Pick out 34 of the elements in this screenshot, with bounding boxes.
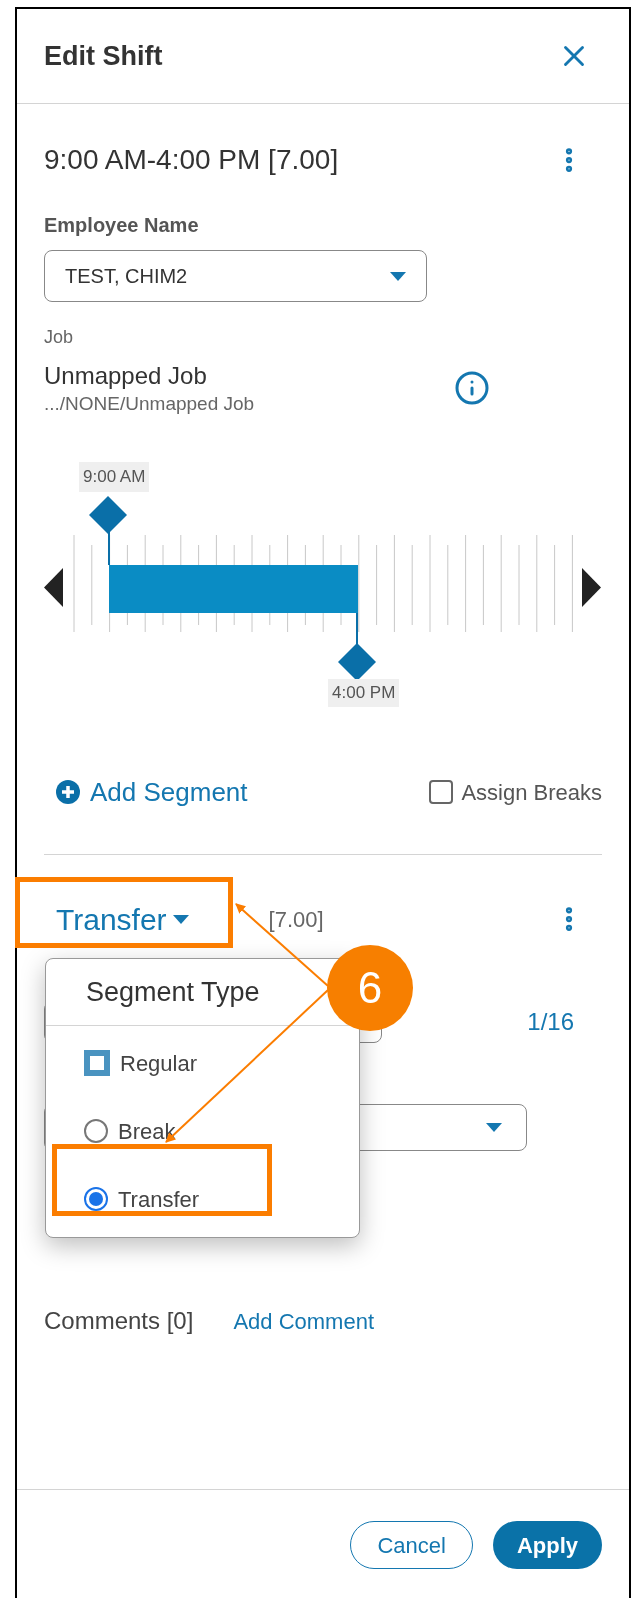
segment-hours: [7.00] [268,905,324,934]
assign-breaks-label: Assign Breaks [461,778,602,807]
add-comment-link[interactable]: Add Comment [233,1304,374,1338]
left-arrow-icon[interactable] [44,568,63,607]
shift-time-range: 9:00 AM-4:00 PM [7.00] [44,143,339,177]
menu-option[interactable]: Break [46,1097,359,1165]
right-arrow-icon[interactable] [582,568,601,607]
radio-button[interactable] [84,1119,108,1143]
caret-icon [390,271,406,281]
cancel-button[interactable]: Cancel [350,1521,473,1569]
menu-title: Segment Type [86,975,260,1009]
end-time-label: 4:00 PM [328,679,400,707]
job-label: Job [44,326,75,348]
job-name: Unmapped Job [44,361,208,391]
job-path: .../NONE/Unmapped Job [44,392,256,416]
start-handle[interactable] [89,496,127,566]
plus-circle-icon [56,780,80,804]
radio-button[interactable] [84,1187,108,1211]
start-time-label: 9:00 AM [79,462,150,492]
caret-icon [486,1123,502,1132]
menu-option[interactable]: Regular [46,1029,359,1097]
end-handle[interactable] [338,612,376,681]
assign-breaks-checkbox[interactable] [429,780,454,804]
employee-select[interactable]: TEST, CHIM2 [44,250,427,302]
segment-type-dropdown[interactable]: Transfer [56,896,189,942]
employee-name-label: Employee Name [44,213,200,238]
apply-button[interactable]: Apply [492,1521,602,1569]
panel-title: Edit Shift [44,39,163,73]
add-segment-link[interactable]: Add Segment [56,772,248,812]
comments-label: Comments [0] [44,1306,194,1336]
caret-icon [172,914,189,924]
menu-option[interactable]: Transfer [46,1165,359,1233]
segment-count: 1/16 [527,1007,574,1037]
info-icon[interactable] [454,370,490,406]
